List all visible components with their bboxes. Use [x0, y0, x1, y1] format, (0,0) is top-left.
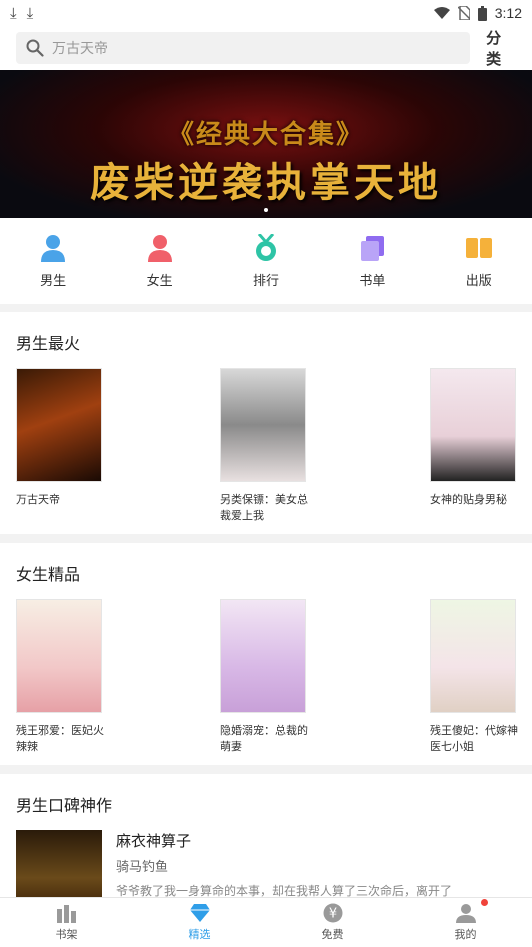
book-card[interactable]: 女神的贴身男秘 — [430, 368, 532, 508]
status-bar: ⤓ ⤓ 3:12 — [0, 0, 532, 26]
banner-title: 废柴逆袭执掌天地 — [90, 159, 442, 206]
pagination-dot — [264, 208, 268, 212]
book-title: 另类保镖：美女总裁爱上我 — [220, 493, 308, 522]
no-sim-icon — [457, 6, 470, 20]
category-button[interactable]: 分类 — [486, 27, 516, 69]
book-card[interactable]: 残王傻妃：代嫁神医七小姐 — [430, 599, 532, 755]
booklist-icon — [361, 235, 385, 261]
book-card[interactable]: 隐婚溺宠：总裁的萌妻 — [220, 599, 326, 755]
male-user-icon — [41, 234, 66, 262]
promo-banner[interactable]: 《经典大合集》 废柴逆袭执掌天地 — [0, 70, 532, 218]
download-icon: ⤓ — [26, 4, 34, 22]
nav-booklist[interactable]: 书单 — [332, 234, 412, 289]
book-title: 隐婚溺宠：总裁的萌妻 — [220, 724, 308, 753]
book-title: 麻衣神算子 — [116, 832, 192, 850]
section-title: 男生最火 — [16, 334, 81, 353]
book-title: 残王傻妃：代嫁神医七小姐 — [430, 724, 518, 753]
tab-label: 免费 — [321, 928, 344, 941]
banner-subtitle: 《经典大合集》 — [167, 120, 364, 150]
section-title: 男生口碑神作 — [16, 796, 113, 815]
section-title: 女生精品 — [16, 565, 81, 584]
section-male-praise: 男生口碑神作 麻衣神算子 骑马钓鱼 爷爷教了我一身算命的本事，却在我帮人算了三次… — [0, 774, 532, 910]
book-cover — [220, 368, 306, 482]
book-cover — [220, 599, 306, 713]
search-row: 万古天帝 分类 — [0, 26, 532, 70]
section-male-hot: 男生最火 万古天帝 另类保镖：美女总裁爱上我 女神的贴身男秘 — [0, 312, 532, 534]
book-cover — [16, 368, 102, 482]
nav-publish[interactable]: 出版 — [439, 234, 519, 289]
female-user-icon — [147, 234, 172, 262]
nav-female[interactable]: 女生 — [120, 234, 200, 289]
status-icons: 3:12 — [433, 5, 522, 21]
nav-ranking[interactable]: 排行 — [226, 233, 306, 289]
section-female-pick: 女生精品 残王邪爱：医妃火辣辣 隐婚溺宠：总裁的萌妻 残王傻妃：代嫁神医七小姐 — [0, 543, 532, 765]
book-cover — [16, 599, 102, 713]
tab-label: 我的 — [454, 928, 477, 941]
book-card[interactable]: 万古天帝 — [16, 368, 122, 508]
nav-male[interactable]: 男生 — [13, 234, 93, 289]
search-input[interactable]: 万古天帝 — [16, 32, 471, 64]
tab-mine[interactable]: 我的 — [426, 899, 506, 942]
book-title: 女神的贴身男秘 — [430, 493, 507, 506]
medal-icon — [255, 233, 276, 261]
book-title: 万古天帝 — [16, 493, 60, 506]
book-author: 骑马钓鱼 — [116, 860, 169, 875]
nav-label: 出版 — [465, 273, 492, 289]
book-cover — [430, 599, 516, 713]
book-card[interactable]: 残王邪爱：医妃火辣辣 — [16, 599, 122, 755]
nav-label: 女生 — [146, 273, 173, 289]
bottom-tab-bar: 书架 精选 ¥ 免费 我的 — [0, 897, 532, 947]
nav-label: 男生 — [40, 273, 67, 289]
tab-featured[interactable]: 精选 — [160, 903, 240, 942]
book-cover — [430, 368, 516, 482]
yen-icon: ¥ — [323, 903, 342, 923]
notifications: ⤓ ⤓ — [10, 4, 33, 22]
clock: 3:12 — [494, 5, 522, 21]
diamond-icon — [189, 904, 210, 922]
user-icon — [455, 904, 476, 923]
book-card[interactable]: 另类保镖：美女总裁爱上我 — [220, 368, 326, 524]
banner-pagination — [0, 208, 532, 212]
tab-free[interactable]: ¥ 免费 — [293, 903, 373, 942]
nav-label: 排行 — [252, 273, 279, 289]
open-book-icon — [465, 237, 492, 258]
svg-text:¥: ¥ — [328, 907, 336, 922]
download-icon: ⤓ — [10, 4, 17, 22]
tab-label: 精选 — [188, 928, 211, 941]
bookshelf-icon — [56, 905, 76, 923]
tab-bookshelf[interactable]: 书架 — [27, 903, 107, 942]
battery-icon — [477, 5, 487, 21]
book-title: 残王邪爱：医妃火辣辣 — [16, 724, 104, 753]
tab-label: 书架 — [55, 928, 78, 941]
search-icon — [26, 39, 44, 57]
wifi-icon — [433, 7, 450, 19]
nav-label: 书单 — [359, 273, 386, 289]
category-nav: 男生 女生 排行 书单 出版 — [0, 218, 532, 304]
notification-dot — [480, 899, 488, 906]
search-placeholder: 万古天帝 — [52, 41, 108, 57]
